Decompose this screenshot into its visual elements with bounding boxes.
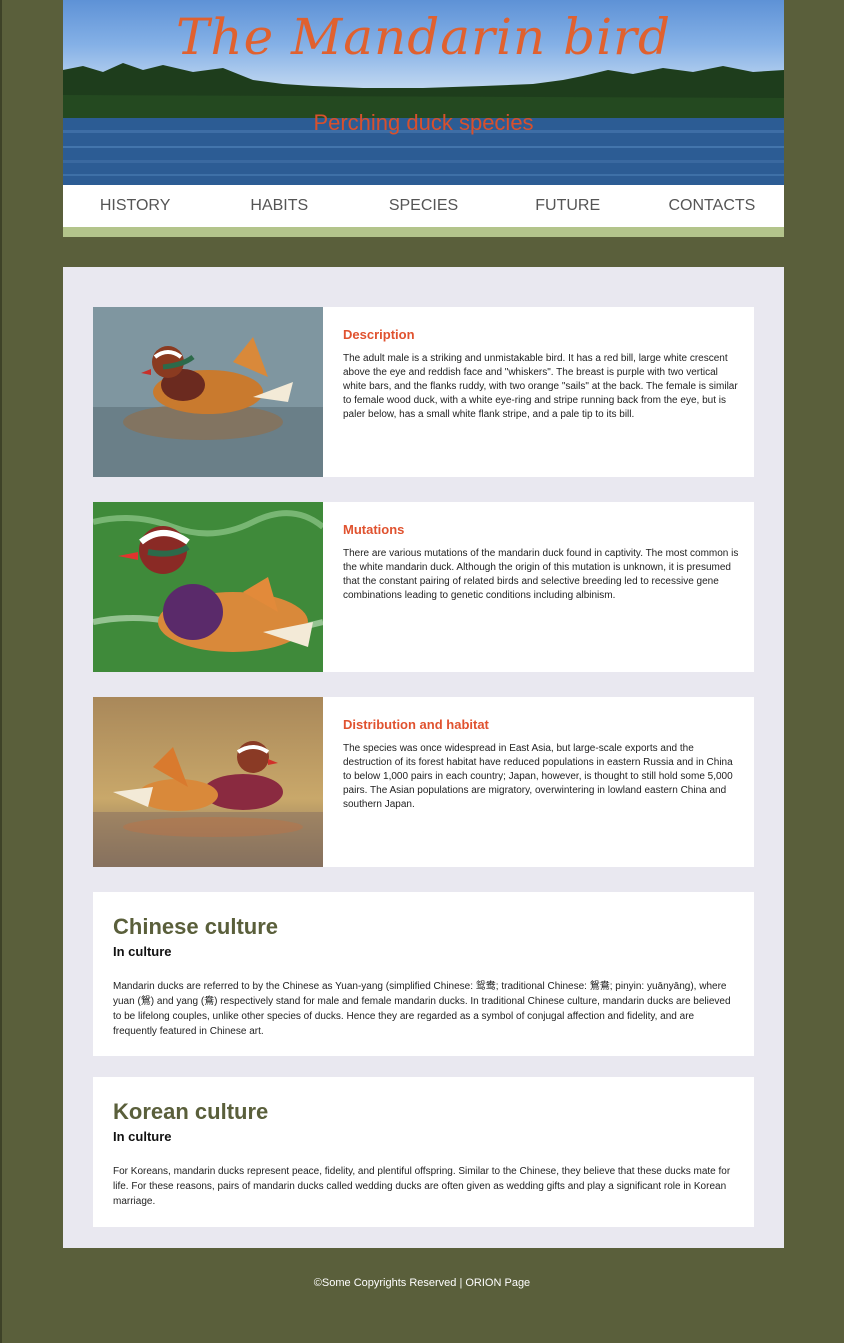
nav-underline-bar [63, 227, 784, 237]
duck-photo-icon [93, 502, 323, 672]
main-content: Description The adult male is a striking… [63, 267, 784, 1248]
section-title: Chinese culture [113, 914, 279, 939]
culture-section-chinese: Chinese culture In culture Mandarin duck… [93, 892, 754, 1056]
card-body: The species was once widespread in East … [343, 743, 733, 810]
section-subtitle: In culture [113, 944, 172, 959]
section-subtitle: In culture [113, 1129, 172, 1144]
card-title: Mutations [343, 522, 405, 537]
site-title: The Mandarin bird [176, 8, 671, 66]
card-text: Distribution and habitat The species was… [343, 717, 739, 812]
main-nav: HISTORY HABITS SPECIES FUTURE CONTACTS [63, 185, 784, 227]
footer-copyright: ©Some Copyrights Reserved | ORION Page [313, 1277, 531, 1289]
duck-pair-photo-icon [93, 697, 323, 867]
card-distribution: Distribution and habitat The species was… [93, 697, 754, 867]
section-title: Korean culture [113, 1099, 269, 1124]
nav-item-species[interactable]: SPECIES [351, 197, 495, 215]
culture-section-korean: Korean culture In culture For Koreans, m… [93, 1077, 754, 1227]
card-text: Mutations There are various mutations of… [343, 522, 739, 603]
nav-item-habits[interactable]: HABITS [207, 197, 351, 215]
card-body: There are various mutations of the manda… [343, 548, 739, 601]
card-text: Description The adult male is a striking… [343, 327, 739, 422]
card-description: Description The adult male is a striking… [93, 307, 754, 477]
card-mutations: Mutations There are various mutations of… [93, 502, 754, 672]
card-title: Description [343, 327, 415, 342]
nav-item-contacts[interactable]: CONTACTS [640, 197, 784, 215]
header-banner: The Mandarin bird Perching duck species [63, 0, 784, 185]
duck-photo-icon [93, 307, 323, 477]
card-body: The adult male is a striking and unmista… [343, 353, 738, 420]
site-subtitle: Perching duck species [313, 110, 534, 135]
card-title: Distribution and habitat [343, 717, 489, 732]
nav-item-future[interactable]: FUTURE [496, 197, 640, 215]
nav-item-history[interactable]: HISTORY [63, 197, 207, 215]
section-body: For Koreans, mandarin ducks represent pe… [113, 1166, 731, 1207]
page-edge [0, 0, 2, 1343]
section-body: Mandarin ducks are referred to by the Ch… [113, 981, 731, 1037]
